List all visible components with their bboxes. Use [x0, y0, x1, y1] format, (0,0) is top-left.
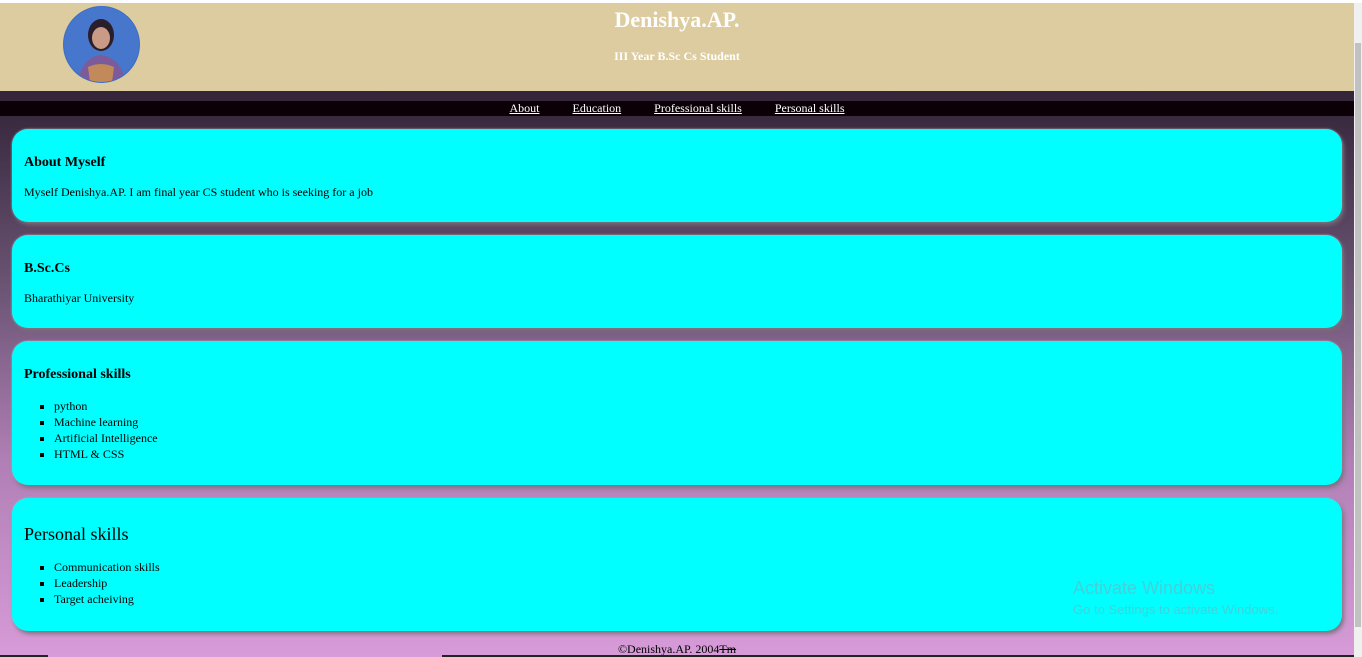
- list-item: Communication skills: [54, 559, 160, 575]
- nav-bar: About Education Professional skills Pers…: [0, 101, 1354, 116]
- page-header: Denishya.AP. III Year B.Sc Cs Student: [0, 3, 1354, 91]
- list-item: Target acheiving: [54, 591, 160, 607]
- about-heading: About Myself: [24, 155, 106, 170]
- nav-link-education[interactable]: Education: [573, 101, 622, 115]
- list-item: HTML & CSS: [54, 446, 158, 462]
- watermark-title: Activate Windows: [1073, 578, 1216, 598]
- list-item: python: [54, 398, 158, 414]
- education-text: Bharathiyar University: [24, 291, 135, 305]
- nav-link-personal-skills[interactable]: Personal skills: [775, 101, 845, 115]
- professional-skills-card: Professional skills python Machine learn…: [12, 341, 1342, 485]
- nav-link-about[interactable]: About: [510, 101, 540, 115]
- windows-activation-watermark: Activate Windows Go to Settings to activ…: [1073, 578, 1278, 617]
- about-card: About Myself Myself Denishya.AP. I am fi…: [12, 129, 1342, 222]
- page-subtitle: III Year B.Sc Cs Student: [614, 49, 740, 63]
- education-heading: B.Sc.Cs: [24, 261, 70, 276]
- list-item: Artificial Intelligence: [54, 430, 158, 446]
- scrollbar-thumb[interactable]: [1355, 43, 1361, 627]
- professional-skills-heading: Professional skills: [24, 367, 131, 382]
- watermark-subtitle: Go to Settings to activate Windows.: [1073, 602, 1279, 617]
- vertical-scrollbar[interactable]: [1354, 3, 1362, 657]
- page-title: Denishya.AP.: [614, 7, 740, 32]
- personal-skills-heading: Personal skills: [24, 524, 129, 544]
- about-text: Myself Denishya.AP. I am final year CS s…: [24, 185, 373, 199]
- nav-link-professional-skills[interactable]: Professional skills: [654, 101, 742, 115]
- education-card: B.Sc.Cs Bharathiyar University: [12, 235, 1342, 328]
- footer-copyright: ©Denishya.AP. 2004: [617, 642, 720, 656]
- list-item: Leadership: [54, 575, 160, 591]
- personal-skills-list: Communication skills Leadership Target a…: [24, 559, 160, 607]
- footer-trademark: Tm: [719, 642, 737, 656]
- list-item: Machine learning: [54, 414, 158, 430]
- professional-skills-list: python Machine learning Artificial Intel…: [24, 398, 158, 462]
